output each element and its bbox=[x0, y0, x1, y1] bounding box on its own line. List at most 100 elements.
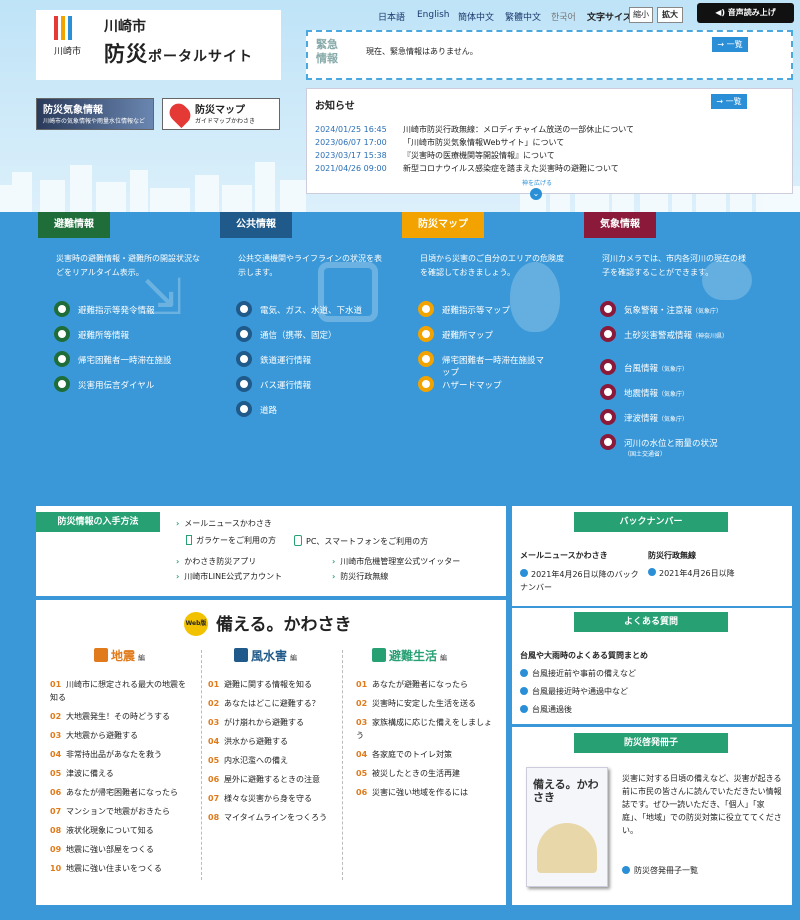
menu-item[interactable]: 地震情報（気象庁） bbox=[600, 384, 760, 400]
life-item[interactable]: 03 家族構成に応じた備えをしましょう bbox=[356, 716, 496, 742]
flood-title[interactable]: 風水害編 bbox=[234, 647, 297, 664]
earthquake-item[interactable]: 01 川崎市に想定される最大の地震を知る bbox=[50, 678, 190, 704]
flood-item[interactable]: 08 マイタイムラインをつくろう bbox=[208, 811, 348, 824]
news-list-button[interactable]: → 一覧 bbox=[711, 94, 747, 109]
shrink-button[interactable]: 縮小 bbox=[629, 7, 653, 23]
flood-item[interactable]: 04 洪水から避難する bbox=[208, 735, 348, 748]
flood-item[interactable]: 06 屋外に避難するときの注意 bbox=[208, 773, 348, 786]
category-title[interactable]: 気象情報 bbox=[584, 212, 656, 238]
lang-english[interactable]: English bbox=[417, 10, 450, 20]
logo-title: 防災ポータルサイト bbox=[104, 38, 253, 68]
menu-item[interactable]: 台風情報（気象庁） bbox=[600, 359, 760, 375]
menu-item[interactable]: 帰宅困難者一時滞在施設 bbox=[54, 351, 214, 367]
howto-panel: 防災情報の入手方法 メールニュースかわさき ガラケーをご利用の方 PC、スマート… bbox=[36, 506, 506, 596]
menu-item[interactable]: 帰宅困難者一時滞在施設マップ bbox=[418, 351, 548, 378]
menu-item[interactable]: 気象警報・注意報（気象庁） bbox=[600, 301, 760, 317]
life-title[interactable]: 避難生活編 bbox=[372, 647, 447, 664]
news-date: 2023/06/07 17:00 bbox=[315, 138, 387, 147]
earthquake-item-label: 津波に備える bbox=[66, 769, 114, 778]
category-title[interactable]: 公共情報 bbox=[220, 212, 292, 238]
menu-item[interactable]: 避難指示等マップ bbox=[418, 301, 578, 317]
flood-item[interactable]: 01 避難に関する情報を知る bbox=[208, 678, 348, 691]
flood-title-suffix: 編 bbox=[290, 654, 298, 662]
mail-news-link[interactable]: メールニュースかわさき bbox=[176, 518, 272, 529]
flood-item[interactable]: 05 内水氾濫への備え bbox=[208, 754, 348, 767]
menu-item[interactable]: 道路 bbox=[236, 401, 396, 417]
twitter-link[interactable]: 川崎市危機管理室公式ツイッター bbox=[332, 556, 460, 567]
flood-item[interactable]: 02 あなたはどこに避難する？ bbox=[208, 697, 348, 710]
earthquake-title[interactable]: 地震編 bbox=[94, 647, 145, 664]
site-logo[interactable]: 川崎市 防災ポータルサイト 川崎市 bbox=[36, 10, 281, 80]
menu-item[interactable]: 災害用伝言ダイヤル bbox=[54, 376, 214, 392]
faq-item[interactable]: 台風接近前や事前の備えなど bbox=[520, 668, 636, 679]
news-item[interactable]: 2023/03/17 15:38 『災害時の医療機関等開設情報』について bbox=[315, 150, 555, 161]
enlarge-button[interactable]: 拡大 bbox=[657, 7, 683, 23]
life-item[interactable]: 01 あなたが避難者になったら bbox=[356, 678, 496, 691]
menu-item[interactable]: 津波情報（気象庁） bbox=[600, 409, 760, 425]
flood-item[interactable]: 07 様々な災害から身を守る bbox=[208, 792, 348, 805]
menu-item[interactable]: 電気、ガス、水道、下水道 bbox=[236, 301, 396, 317]
category-title[interactable]: 防災マップ bbox=[402, 212, 484, 238]
lang-japanese[interactable]: 日本語 bbox=[378, 10, 405, 23]
life-item[interactable]: 02 災害時に安定した生活を送る bbox=[356, 697, 496, 710]
app-link[interactable]: かわさき防災アプリ bbox=[176, 556, 256, 567]
menu-item[interactable]: 河川の水位と雨量の状況 （国土交通省） bbox=[600, 434, 740, 459]
earthquake-item[interactable]: 04 非常持出品があなたを救う bbox=[50, 748, 190, 761]
menu-item[interactable]: ハザードマップ bbox=[418, 376, 578, 392]
life-item-label: 各家庭でのトイレ対策 bbox=[372, 750, 452, 759]
news-item[interactable]: 2023/06/07 17:00 「川崎市防災気象情報Webサイト」について bbox=[315, 137, 564, 148]
line-link[interactable]: 川崎市LINE公式アカウント bbox=[176, 571, 282, 582]
menu-item-label: 津波情報（気象庁） bbox=[624, 412, 688, 424]
galake-link[interactable]: ガラケーをご利用の方 bbox=[186, 535, 276, 546]
life-item[interactable]: 05 被災したときの生活再建 bbox=[356, 767, 496, 780]
weather-banner[interactable]: 防災気象情報 川崎市の気象情報や雨量水位情報など bbox=[36, 98, 154, 130]
backnumber-mail-link[interactable]: 2021年4月26日以降のバックナンバー bbox=[520, 568, 640, 594]
arrow-icon: → bbox=[717, 40, 727, 49]
faq-item[interactable]: 台風最接近時や通過中など bbox=[520, 686, 628, 697]
earthquake-item[interactable]: 05 津波に備える bbox=[50, 767, 190, 780]
emergency-list-button[interactable]: → 一覧 bbox=[712, 37, 748, 52]
menu-item[interactable]: 鉄道運行情報 bbox=[236, 351, 396, 367]
menu-item[interactable]: 避難所等情報 bbox=[54, 326, 214, 342]
earthquake-item[interactable]: 10 地震に強い住まいをつくる bbox=[50, 862, 190, 875]
life-item[interactable]: 06 災害に強い地域を作るには bbox=[356, 786, 496, 799]
news-item[interactable]: 2024/01/25 16:45 川崎市防災行政無線：メロディチャイム放送の一部休… bbox=[315, 124, 634, 135]
lang-traditional-chinese[interactable]: 繁體中文 bbox=[505, 10, 541, 23]
menu-item[interactable]: 避難所マップ bbox=[418, 326, 578, 342]
logo-stripe bbox=[54, 16, 58, 40]
menu-item-note: （神奈川県） bbox=[692, 333, 729, 340]
map-banner[interactable]: 防災マップ ガイドマップかわさき bbox=[162, 98, 280, 130]
menu-item[interactable]: 避難指示等発令情報 bbox=[54, 301, 214, 317]
news-item[interactable]: 2021/04/26 09:00 新型コロナウイルス感染症を踏まえた災害時の避難に… bbox=[315, 163, 619, 174]
voice-read-button[interactable]: ◀) 音声読み上げ bbox=[697, 3, 794, 23]
pc-link[interactable]: PC、スマートフォンをご利用の方 bbox=[294, 535, 428, 547]
earthquake-item[interactable]: 07 マンションで地震がおきたら bbox=[50, 805, 190, 818]
menu-item[interactable]: 土砂災害警戒情報（神奈川県） bbox=[600, 326, 730, 342]
news-more-link[interactable]: 神を広げる bbox=[522, 178, 552, 187]
earthquake-item[interactable]: 02 大地震発生！その時どうする bbox=[50, 710, 190, 723]
lang-simplified-chinese[interactable]: 簡体中文 bbox=[458, 10, 494, 23]
menu-item-note: （気象庁） bbox=[658, 391, 689, 398]
menu-item[interactable]: バス運行情報 bbox=[236, 376, 396, 392]
earthquake-item[interactable]: 09 地震に強い部屋をつくる bbox=[50, 843, 190, 856]
backnumber-radio-link[interactable]: 2021年4月26日以降 bbox=[648, 568, 735, 579]
booklet-list-link[interactable]: 防災啓発冊子一覧 bbox=[622, 865, 698, 876]
life-item[interactable]: 04 各家庭でのトイレ対策 bbox=[356, 748, 496, 761]
menu-item[interactable]: 通信（携帯、固定） bbox=[236, 326, 396, 342]
category-title[interactable]: 避難情報 bbox=[38, 212, 110, 238]
lang-korean[interactable]: 한국어 bbox=[551, 10, 576, 23]
news-date: 2024/01/25 16:45 bbox=[315, 125, 387, 134]
earthquake-item[interactable]: 03 大地震から避難する bbox=[50, 729, 190, 742]
booklet-cover[interactable]: 備える。かわさき bbox=[526, 767, 608, 887]
faq-item[interactable]: 台風通過後 bbox=[520, 704, 572, 715]
earthquake-item[interactable]: 08 液状化現象について知る bbox=[50, 824, 190, 837]
menu-item-label: 避難指示等発令情報 bbox=[78, 306, 155, 316]
emergency-list-label: 一覧 bbox=[726, 40, 743, 49]
booklet-list-label: 防災啓発冊子一覧 bbox=[634, 866, 698, 875]
radio-link[interactable]: 防災行政無線 bbox=[332, 571, 388, 582]
weather-banner-title: 防災気象情報 bbox=[43, 105, 103, 116]
menu-item-note: （気象庁） bbox=[658, 366, 689, 373]
flood-item[interactable]: 03 がけ崩れから避難する bbox=[208, 716, 348, 729]
earthquake-item[interactable]: 06 あなたが帰宅困難者になったら bbox=[50, 786, 190, 799]
expand-icon[interactable]: ⌄ bbox=[530, 188, 542, 200]
